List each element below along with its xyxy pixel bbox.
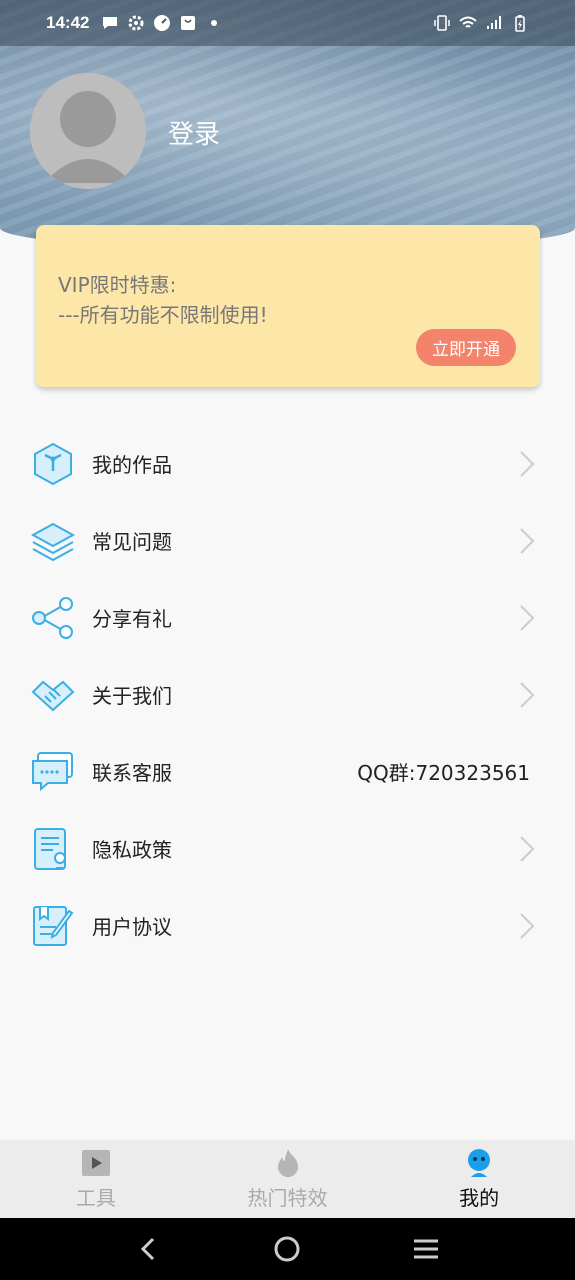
battery-icon [515, 15, 525, 32]
tab-label: 工具 [75, 1185, 116, 1210]
settings-menu: 我的作品 常见问题 分享有礼 关于我们 联系客服 QQ群:720323561 隐… [0, 425, 575, 964]
tab-label: 我的 [459, 1185, 500, 1210]
tab-label: 热门特效 [247, 1185, 328, 1210]
qq-group-value: QQ群:720323561 [357, 761, 530, 785]
wifi-icon [459, 16, 477, 28]
menu-item-label: 分享有礼 [92, 607, 172, 631]
profile-header: 14:42 登录 [0, 0, 575, 250]
menu-item-label: 隐私政策 [92, 838, 172, 862]
menu-item-label: 关于我们 [92, 684, 172, 708]
share-icon [32, 597, 73, 639]
chevron-right-icon [520, 681, 535, 708]
settings-icon [128, 15, 144, 31]
tab-hot-effects[interactable]: 热门特效 [192, 1140, 384, 1218]
avatar[interactable] [30, 73, 146, 189]
menu-item-label: 常见问题 [92, 530, 172, 554]
agreement-icon [33, 906, 74, 946]
menu-item-label: 我的作品 [92, 453, 172, 477]
signal-icon [487, 16, 501, 29]
document-icon [34, 828, 66, 870]
vip-title: VIP限时特惠: [58, 273, 177, 297]
dot-icon [211, 20, 218, 26]
menu-item-share[interactable]: 分享有礼 [0, 579, 575, 656]
chevron-right-icon [520, 450, 535, 477]
bottom-tab-bar: 工具 热门特效 我的 [0, 1140, 575, 1218]
cube-icon [34, 442, 72, 486]
chevron-right-icon [520, 604, 535, 631]
activate-vip-button[interactable]: 立即开通 [416, 329, 516, 366]
menu-item-user-agreement[interactable]: 用户协议 [0, 887, 575, 964]
menu-item-customer-service[interactable]: 联系客服 QQ群:720323561 [0, 733, 575, 810]
chevron-right-icon [520, 527, 535, 554]
flame-icon [277, 1148, 298, 1177]
menu-item-faq[interactable]: 常见问题 [0, 502, 575, 579]
back-icon[interactable] [134, 1234, 164, 1264]
menu-item-label: 联系客服 [92, 761, 172, 785]
tab-mine[interactable]: 我的 [383, 1140, 575, 1218]
menu-item-privacy-policy[interactable]: 隐私政策 [0, 810, 575, 887]
layers-icon [30, 522, 76, 562]
system-nav-bar [0, 1218, 575, 1280]
menu-icon[interactable] [411, 1234, 441, 1264]
play-icon [81, 1149, 110, 1176]
menu-item-label: 用户协议 [92, 915, 172, 939]
speed-icon [154, 15, 171, 31]
user-icon [468, 1148, 491, 1177]
menu-item-about-us[interactable]: 关于我们 [0, 656, 575, 733]
status-time: 14:42 [46, 13, 90, 32]
chat-icon [32, 752, 73, 792]
user-silhouette-icon [30, 73, 146, 189]
vip-description: ---所有功能不限制使用! [58, 303, 268, 327]
menu-item-my-works[interactable]: 我的作品 [0, 425, 575, 502]
home-icon[interactable] [272, 1234, 302, 1264]
tab-tools[interactable]: 工具 [0, 1140, 192, 1218]
handshake-icon [31, 680, 75, 712]
chevron-right-icon [520, 835, 535, 862]
chevron-right-icon [520, 912, 535, 939]
vip-promo-card: VIP限时特惠: ---所有功能不限制使用! 立即开通 [36, 225, 540, 387]
message-icon [103, 17, 118, 29]
vibrate-icon [434, 15, 450, 31]
bag-icon [181, 16, 196, 30]
status-bar: 14:42 [0, 0, 575, 46]
login-link[interactable]: 登录 [168, 114, 220, 151]
